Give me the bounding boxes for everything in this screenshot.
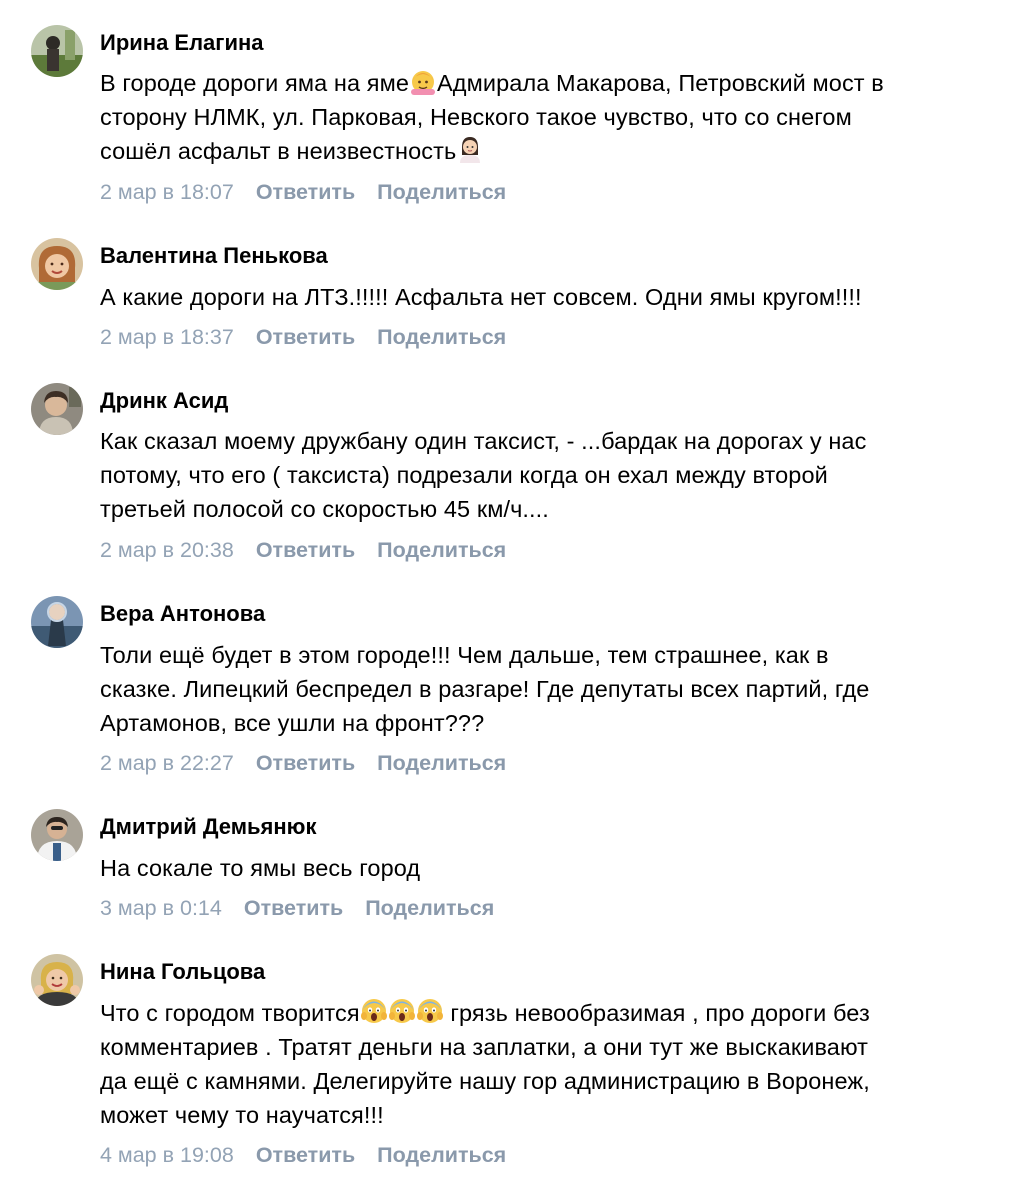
comment-text-line: Как сказал моему дружбану один таксист, … — [100, 428, 867, 454]
comment-text-line: да ещё с камнями. Делегируйте нашу гор а… — [100, 1068, 870, 1094]
avatar[interactable] — [31, 954, 83, 1006]
comment-author[interactable]: Нина Гольцова — [100, 959, 265, 985]
comment-text: В городе дороги яма на яме Адмирала Макар… — [100, 66, 1000, 168]
avatar-photo-icon — [31, 596, 83, 648]
comment-date[interactable]: 2 мар в 18:37 — [100, 324, 234, 350]
reply-button[interactable]: Ответить — [256, 1142, 355, 1168]
comment-text-line: может чему то научатся!!! — [100, 1102, 384, 1128]
comment-text-line: сошёл асфальт в неизвестность — [100, 134, 1000, 168]
avatar[interactable] — [31, 596, 83, 648]
share-button[interactable]: Поделиться — [377, 1142, 506, 1168]
comment-meta: 2 мар в 18:37 Ответить Поделиться — [100, 324, 506, 350]
comment-author[interactable]: Валентина Пенькова — [100, 243, 328, 269]
comment-text-line: На сокале то ямы весь город — [100, 855, 421, 881]
comment-meta: 4 мар в 19:08 Ответить Поделиться — [100, 1142, 506, 1168]
comment-meta: 2 мар в 18:07 Ответить Поделиться — [100, 179, 506, 205]
comment-text-line: А какие дороги на ЛТЗ.!!!!! Асфальта нет… — [100, 284, 862, 310]
person-raising-hand-icon — [409, 67, 437, 95]
comment-text-line: сказке. Липецкий беспредел в разгаре! Гд… — [100, 676, 870, 702]
text-segment: сошёл асфальт в неизвестность — [100, 138, 457, 164]
comment-text-line: Что с городом творится грязь невообразим… — [100, 996, 1000, 1030]
comment-author[interactable]: Дмитрий Демьянюк — [100, 814, 316, 840]
share-button[interactable]: Поделиться — [377, 537, 506, 563]
reply-button[interactable]: Ответить — [256, 179, 355, 205]
comment-text-line: потому, что его ( таксиста) подрезали ко… — [100, 462, 828, 488]
text-segment: Адмирала Макарова, Петровский мост в — [437, 70, 884, 96]
comment-text: А какие дороги на ЛТЗ.!!!!! Асфальта нет… — [100, 280, 1000, 314]
reply-button[interactable]: Ответить — [256, 324, 355, 350]
avatar[interactable] — [31, 809, 83, 861]
avatar[interactable] — [31, 25, 83, 77]
comment-text-line: третьей полосой со скоростью 45 км/ч.... — [100, 496, 549, 522]
avatar-photo-icon — [31, 383, 83, 435]
comment-meta: 2 мар в 20:38 Ответить Поделиться — [100, 537, 506, 563]
comment-text: На сокале то ямы весь город — [100, 851, 1000, 885]
comment-author[interactable]: Ирина Елагина — [100, 30, 264, 56]
face-screaming-icon — [388, 997, 416, 1025]
comment-date[interactable]: 2 мар в 18:07 — [100, 179, 234, 205]
comment-text-line: комментариев . Тратят деньги на заплатки… — [100, 1034, 869, 1060]
avatar[interactable] — [31, 238, 83, 290]
share-button[interactable]: Поделиться — [377, 750, 506, 776]
comment-date[interactable]: 4 мар в 19:08 — [100, 1142, 234, 1168]
comment-text-line: В городе дороги яма на яме Адмирала Макар… — [100, 66, 1000, 100]
comment-meta: 2 мар в 22:27 Ответить Поделиться — [100, 750, 506, 776]
avatar-photo-icon — [31, 25, 83, 77]
comment-meta: 3 мар в 0:14 Ответить Поделиться — [100, 895, 494, 921]
comment-author[interactable]: Вера Антонова — [100, 601, 265, 627]
avatar-photo-icon — [31, 238, 83, 290]
text-segment: В городе дороги яма на яме — [100, 70, 410, 96]
comment-text-line: сторону НЛМК, ул. Парковая, Невского так… — [100, 104, 852, 130]
reply-button[interactable]: Ответить — [244, 895, 343, 921]
comment-date[interactable]: 3 мар в 0:14 — [100, 895, 222, 921]
text-segment: грязь невообразимая , про дороги без — [443, 1000, 870, 1026]
comment-text-line: Толи ещё будет в этом городе!!! Чем даль… — [100, 642, 829, 668]
comment-text: Толи ещё будет в этом городе!!! Чем даль… — [100, 638, 1000, 740]
comment-text: Как сказал моему дружбану один таксист, … — [100, 424, 1000, 526]
comment-date[interactable]: 2 мар в 22:27 — [100, 750, 234, 776]
comment-author[interactable]: Дринк Асид — [100, 388, 228, 414]
avatar-photo-icon — [31, 809, 83, 861]
share-button[interactable]: Поделиться — [377, 324, 506, 350]
reply-button[interactable]: Ответить — [256, 750, 355, 776]
comment-text: Что с городом творится грязь невообразим… — [100, 996, 1000, 1132]
person-shrugging-icon — [456, 135, 484, 163]
text-segment: Что с городом творится — [100, 1000, 360, 1026]
avatar[interactable] — [31, 383, 83, 435]
reply-button[interactable]: Ответить — [256, 537, 355, 563]
face-screaming-icon — [416, 997, 444, 1025]
comment-date[interactable]: 2 мар в 20:38 — [100, 537, 234, 563]
share-button[interactable]: Поделиться — [365, 895, 494, 921]
avatar-photo-icon — [31, 954, 83, 1006]
face-screaming-icon — [360, 997, 388, 1025]
share-button[interactable]: Поделиться — [377, 179, 506, 205]
comment-text-line: Артамонов, все ушли на фронт??? — [100, 710, 485, 736]
